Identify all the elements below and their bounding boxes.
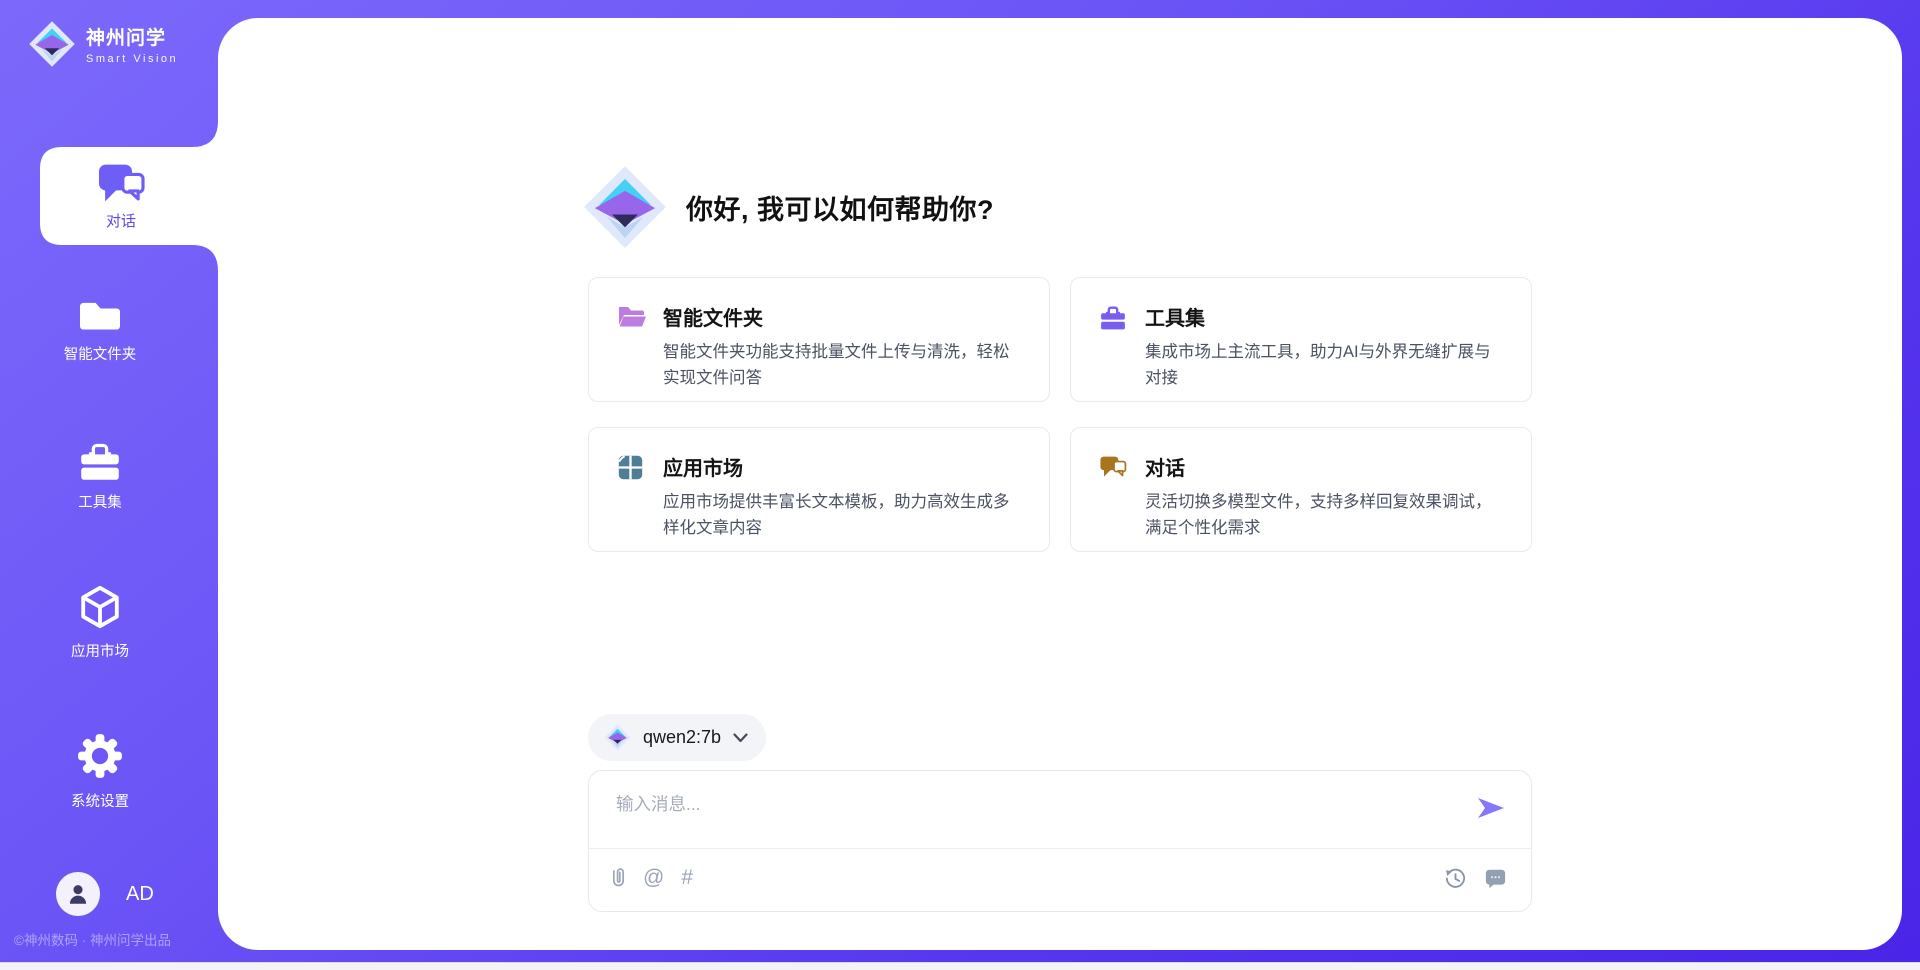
hash-icon[interactable]: # xyxy=(681,866,693,890)
brand-subtitle: Smart Vision xyxy=(86,53,178,65)
card-title: 智能文件夹 xyxy=(663,302,1025,331)
folder-icon xyxy=(77,294,123,334)
sidebar-item-app-market[interactable]: 应用市场 xyxy=(0,583,200,661)
cube-icon xyxy=(76,583,124,631)
sidebar-item-smart-folder[interactable]: 智能文件夹 xyxy=(0,294,200,364)
at-icon[interactable]: @ xyxy=(643,866,664,890)
composer-toolbar: @ # xyxy=(589,849,1531,911)
card-description: 集成市场上主流工具，助力AI与外界无缝扩展与对接 xyxy=(1145,340,1507,391)
user-profile[interactable]: AD xyxy=(56,872,154,916)
card-title: 应用市场 xyxy=(663,452,1025,481)
card-description: 智能文件夹功能支持批量文件上传与清洗，轻松实现文件问答 xyxy=(663,340,1025,391)
chat-icon xyxy=(95,161,147,205)
message-input[interactable] xyxy=(589,771,1531,847)
copyright-text: ©神州数码 · 神州问学出品 xyxy=(14,929,171,949)
sidebar-item-label: 应用市场 xyxy=(71,640,129,661)
grid-icon xyxy=(617,454,644,481)
card-title: 对话 xyxy=(1145,452,1507,481)
brand: 神州问学 Smart Vision xyxy=(28,20,178,68)
sidebar-item-label: 对话 xyxy=(106,210,136,231)
card-description: 灵活切换多模型文件，支持多样回复效果调试，满足个性化需求 xyxy=(1145,490,1507,541)
person-icon xyxy=(65,881,91,907)
main-panel: 你好, 我可以如何帮助你? 智能文件夹 智能文件夹功能支持批量文件上传与清洗，轻… xyxy=(218,18,1902,950)
horizontal-scrollbar[interactable] xyxy=(0,962,1920,970)
chat-bubbles-icon xyxy=(1099,454,1129,482)
sidebar-item-label: 智能文件夹 xyxy=(64,343,137,364)
gear-icon xyxy=(75,731,125,781)
avatar xyxy=(56,872,100,916)
card-chat[interactable]: 对话 灵活切换多模型文件，支持多样回复效果调试，满足个性化需求 xyxy=(1070,427,1532,552)
brand-logo-icon xyxy=(28,20,76,68)
sidebar-item-toolbox[interactable]: 工具集 xyxy=(0,440,200,512)
paperclip-icon[interactable] xyxy=(611,866,626,890)
sidebar-item-settings[interactable]: 系统设置 xyxy=(0,731,200,811)
card-description: 应用市场提供丰富长文本模板，助力高效生成多样化文章内容 xyxy=(663,490,1025,541)
toolbox-icon xyxy=(77,440,123,482)
card-toolbox[interactable]: 工具集 集成市场上主流工具，助力AI与外界无缝扩展与对接 xyxy=(1070,277,1532,402)
quick-reply-icon[interactable] xyxy=(1484,868,1507,889)
user-initials: AD xyxy=(126,883,154,906)
card-smart-folder[interactable]: 智能文件夹 智能文件夹功能支持批量文件上传与清洗，轻松实现文件问答 xyxy=(588,277,1050,402)
model-selector[interactable]: qwen2:7b xyxy=(588,714,766,761)
feature-cards: 智能文件夹 智能文件夹功能支持批量文件上传与清洗，轻松实现文件问答 工具集 xyxy=(588,277,1532,552)
sidebar-item-label: 系统设置 xyxy=(71,790,129,811)
message-composer: @ # xyxy=(588,770,1532,912)
history-icon[interactable] xyxy=(1444,867,1467,890)
sidebar-item-label: 工具集 xyxy=(78,491,122,512)
card-app-market[interactable]: 应用市场 应用市场提供丰富长文本模板，助力高效生成多样化文章内容 xyxy=(588,427,1050,552)
send-button[interactable] xyxy=(1477,796,1505,820)
chevron-down-icon xyxy=(733,733,748,743)
model-logo-icon xyxy=(604,724,631,751)
greeting: 你好, 我可以如何帮助你? xyxy=(582,163,1532,251)
model-name: qwen2:7b xyxy=(643,727,721,748)
folder-open-icon xyxy=(617,304,647,330)
card-title: 工具集 xyxy=(1145,302,1507,331)
app-logo-icon xyxy=(582,164,668,250)
sidebar-item-chat[interactable]: 对话 xyxy=(38,147,204,245)
toolbox-icon xyxy=(1099,304,1127,331)
brand-title: 神州问学 xyxy=(86,23,178,50)
send-icon xyxy=(1477,796,1505,820)
greeting-text: 你好, 我可以如何帮助你? xyxy=(686,188,994,227)
sidebar: 神州问学 Smart Vision 对话 智能文件夹 工具集 xyxy=(0,0,218,970)
